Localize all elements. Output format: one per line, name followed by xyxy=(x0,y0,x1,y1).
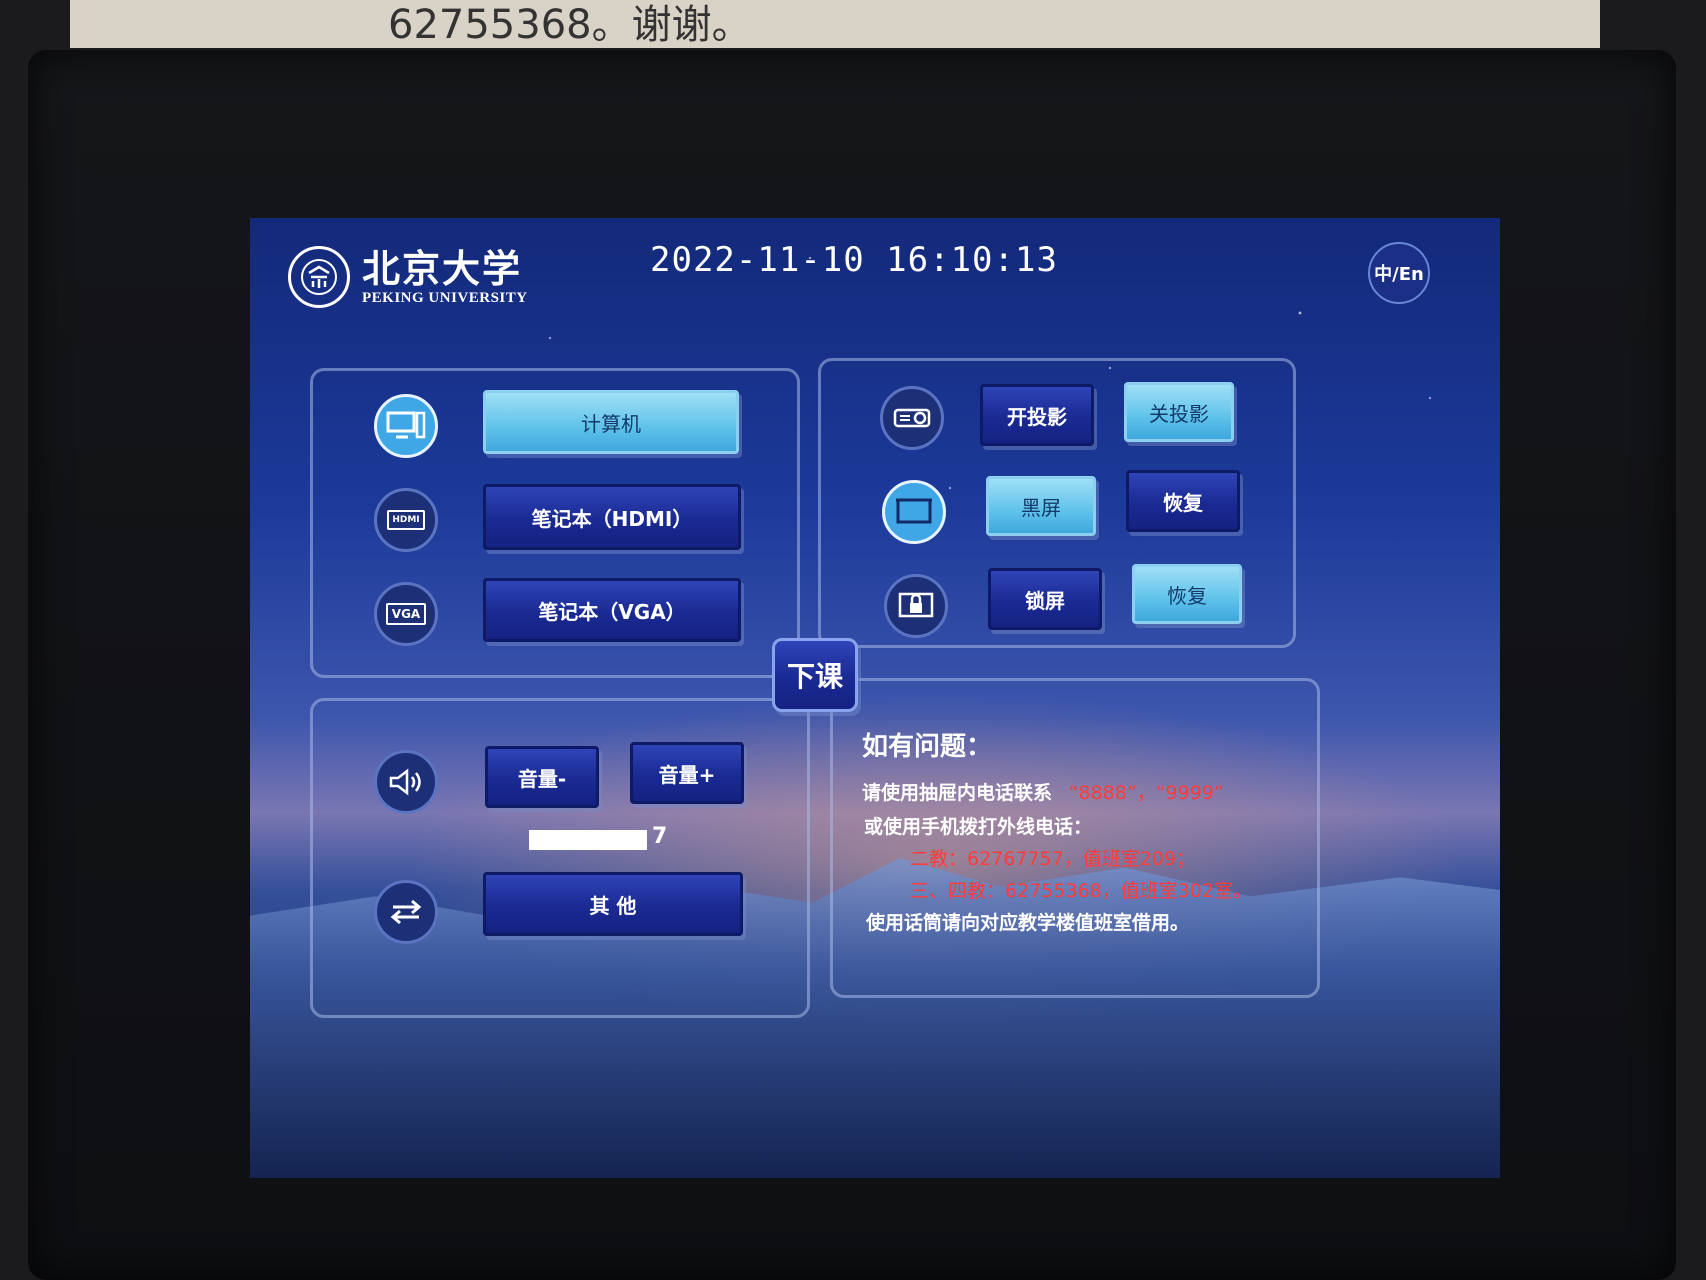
projector-icon xyxy=(880,386,944,450)
logo-chinese: 北京大学 xyxy=(362,245,523,291)
paper-note-text: 62755368。谢谢。 xyxy=(388,2,752,48)
help-phone-numbers: “8888”，“9999” xyxy=(1068,782,1224,804)
source-vga-button[interactable]: 笔记本（VGA） xyxy=(483,578,741,642)
source-hdmi-button[interactable]: 笔记本（HDMI） xyxy=(483,484,741,550)
source-computer-button[interactable]: 计算机 xyxy=(483,390,739,454)
emblem-icon xyxy=(288,246,350,308)
touch-screen: 北京大学 PEKING UNIVERSITY 2022-11-10 16:10:… xyxy=(250,218,1500,1178)
help-title: 如有问题： xyxy=(862,732,993,762)
logo-english: PEKING UNIVERSITY xyxy=(362,289,528,306)
paper-note: 62755368。谢谢。 xyxy=(70,0,1600,48)
volume-level-bar xyxy=(529,830,647,850)
help-phone-text: 请使用抽屉内电话联系 xyxy=(862,782,1053,804)
help-line-building2: 二教：62767757，值班室209； xyxy=(910,848,1195,870)
lock-screen-button[interactable]: 锁屏 xyxy=(988,568,1102,630)
computer-icon[interactable] xyxy=(374,394,438,458)
black-screen-button[interactable]: 黑屏 xyxy=(986,476,1096,536)
projector-on-button[interactable]: 开投影 xyxy=(980,384,1094,446)
class-end-button[interactable]: 下课 xyxy=(772,638,858,712)
lock-screen-icon xyxy=(884,574,948,638)
volume-up-button[interactable]: 音量+ xyxy=(630,742,744,804)
datetime-display: 2022-11-10 16:10:13 xyxy=(650,240,1058,280)
help-line-phone: 请使用抽屉内电话联系 “8888”，“9999” xyxy=(862,778,1224,805)
help-line-microphone: 使用话筒请向对应教学楼值班室借用。 xyxy=(866,912,1190,934)
language-toggle-button[interactable]: 中/En xyxy=(1368,242,1430,304)
unlock-restore-button[interactable]: 恢复 xyxy=(1132,564,1242,624)
help-line-building34: 三、四教：62755368，值班室302室。 xyxy=(910,880,1252,902)
volume-level-value: 7 xyxy=(652,824,668,849)
other-button[interactable]: 其 他 xyxy=(483,872,743,936)
vga-icon-label: VGA xyxy=(385,603,427,625)
projector-off-button[interactable]: 关投影 xyxy=(1124,382,1234,442)
help-line-mobile: 或使用手机拨打外线电话： xyxy=(864,816,1093,838)
screen-icon xyxy=(882,480,946,544)
volume-down-button[interactable]: 音量- xyxy=(485,746,599,808)
university-logo: 北京大学 PEKING UNIVERSITY xyxy=(288,246,528,308)
speaker-icon xyxy=(374,750,438,814)
restore-screen-button[interactable]: 恢复 xyxy=(1126,470,1240,532)
hdmi-laptop-icon[interactable]: HDMI xyxy=(374,488,438,552)
hdmi-icon-label: HDMI xyxy=(387,510,425,530)
vga-laptop-icon[interactable]: VGA xyxy=(374,582,438,646)
switch-arrows-icon xyxy=(374,880,438,944)
